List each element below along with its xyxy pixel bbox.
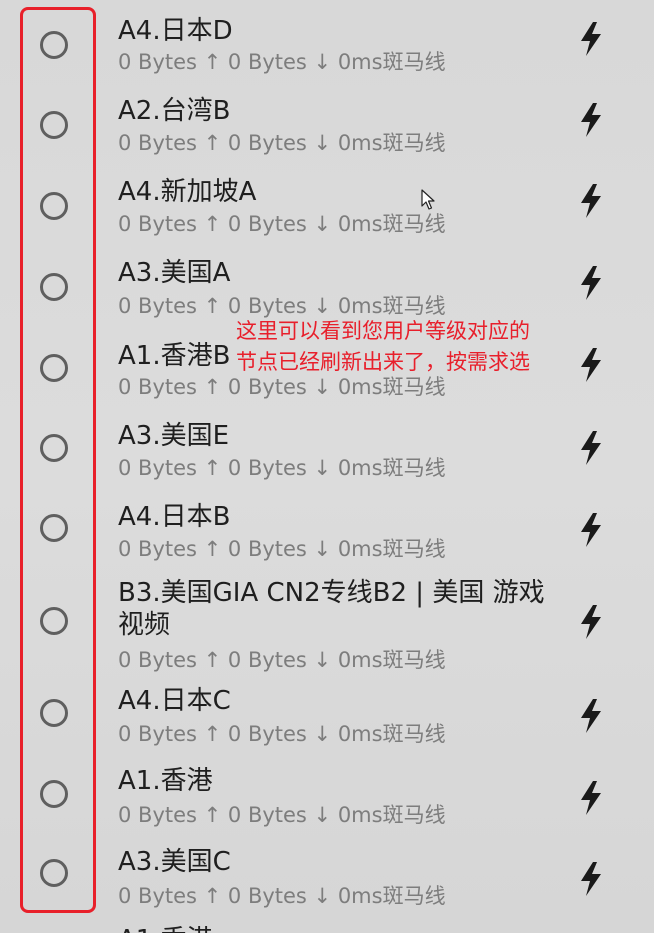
list-item[interactable]: A4.日本B 0 Bytes ↑ 0 Bytes ↓ 0ms斑马线 [0, 486, 654, 567]
list-item[interactable]: A2.台湾B 0 Bytes ↑ 0 Bytes ↓ 0ms斑马线 [0, 81, 654, 162]
node-stats: 0 Bytes ↑ 0 Bytes ↓ 0ms斑马线 [118, 884, 446, 908]
node-name: A3.美国C [118, 847, 231, 877]
node-name: A1.香港B [118, 341, 231, 371]
partial-list-item-name[interactable]: A1.香港 [118, 924, 213, 933]
node-name: A3.美国A [118, 258, 231, 288]
radio-circle-icon[interactable] [40, 780, 68, 808]
lightning-bolt-icon[interactable] [580, 513, 602, 547]
lightning-bolt-icon[interactable] [580, 22, 602, 56]
list-item[interactable]: A3.美国C 0 Bytes ↑ 0 Bytes ↓ 0ms斑马线 [0, 840, 654, 924]
node-name: A1.香港 [118, 766, 213, 796]
node-stats: 0 Bytes ↑ 0 Bytes ↓ 0ms斑马线 [118, 294, 446, 318]
radio-circle-icon[interactable] [40, 434, 68, 462]
list-item[interactable]: A3.美国E 0 Bytes ↑ 0 Bytes ↓ 0ms斑马线 [0, 405, 654, 486]
radio-circle-icon[interactable] [40, 699, 68, 727]
radio-circle-icon[interactable] [40, 31, 68, 59]
list-item[interactable]: A3.美国A 0 Bytes ↑ 0 Bytes ↓ 0ms斑马线 [0, 243, 654, 324]
list-item[interactable]: A4.新加坡A 0 Bytes ↑ 0 Bytes ↓ 0ms斑马线 [0, 162, 654, 243]
node-stats: 0 Bytes ↑ 0 Bytes ↓ 0ms斑马线 [118, 722, 446, 746]
node-stats: 0 Bytes ↑ 0 Bytes ↓ 0ms斑马线 [118, 456, 446, 480]
radio-circle-icon[interactable] [40, 111, 68, 139]
list-item[interactable]: B3.美国GIA CN2专线B2 | 美国 游戏 视频 0 Bytes ↑ 0 … [0, 567, 654, 681]
lightning-bolt-icon[interactable] [580, 699, 602, 733]
list-item[interactable]: A4.日本D 0 Bytes ↑ 0 Bytes ↓ 0ms斑马线 [0, 0, 654, 81]
node-name: A2.台湾B [118, 96, 231, 126]
node-name: A3.美国E [118, 421, 230, 451]
node-stats: 0 Bytes ↑ 0 Bytes ↓ 0ms斑马线 [118, 131, 446, 155]
node-list-screen: A4.日本D 0 Bytes ↑ 0 Bytes ↓ 0ms斑马线 A2.台湾B… [0, 0, 654, 933]
lightning-bolt-icon[interactable] [580, 431, 602, 465]
node-stats: 0 Bytes ↑ 0 Bytes ↓ 0ms斑马线 [118, 648, 446, 672]
node-stats: 0 Bytes ↑ 0 Bytes ↓ 0ms斑马线 [118, 375, 446, 399]
node-stats: 0 Bytes ↑ 0 Bytes ↓ 0ms斑马线 [118, 537, 446, 561]
node-stats: 0 Bytes ↑ 0 Bytes ↓ 0ms斑马线 [118, 212, 446, 236]
node-stats: 0 Bytes ↑ 0 Bytes ↓ 0ms斑马线 [118, 50, 446, 74]
lightning-bolt-icon[interactable] [580, 184, 602, 218]
radio-circle-icon[interactable] [40, 354, 68, 382]
lightning-bolt-icon[interactable] [580, 348, 602, 382]
lightning-bolt-icon[interactable] [580, 266, 602, 300]
radio-circle-icon[interactable] [40, 514, 68, 542]
node-name: B3.美国GIA CN2专线B2 | 美国 游戏 视频 [118, 578, 553, 640]
list-item[interactable]: A1.香港 0 Bytes ↑ 0 Bytes ↓ 0ms斑马线 [0, 759, 654, 840]
node-stats: 0 Bytes ↑ 0 Bytes ↓ 0ms斑马线 [118, 803, 446, 827]
lightning-bolt-icon[interactable] [580, 605, 602, 639]
radio-circle-icon[interactable] [40, 273, 68, 301]
node-name: A4.日本D [118, 16, 233, 46]
radio-circle-icon[interactable] [40, 607, 68, 635]
radio-circle-icon[interactable] [40, 192, 68, 220]
radio-circle-icon[interactable] [40, 859, 68, 887]
node-name: A4.新加坡A [118, 177, 257, 207]
list-item[interactable]: A1.香港B 0 Bytes ↑ 0 Bytes ↓ 0ms斑马线 [0, 324, 654, 405]
node-name: A4.日本C [118, 686, 231, 716]
lightning-bolt-icon[interactable] [580, 862, 602, 896]
list-item[interactable]: A4.日本C 0 Bytes ↑ 0 Bytes ↓ 0ms斑马线 [0, 681, 654, 759]
lightning-bolt-icon[interactable] [580, 781, 602, 815]
node-name: A4.日本B [118, 502, 231, 532]
lightning-bolt-icon[interactable] [580, 103, 602, 137]
mouse-cursor-icon [421, 189, 435, 210]
